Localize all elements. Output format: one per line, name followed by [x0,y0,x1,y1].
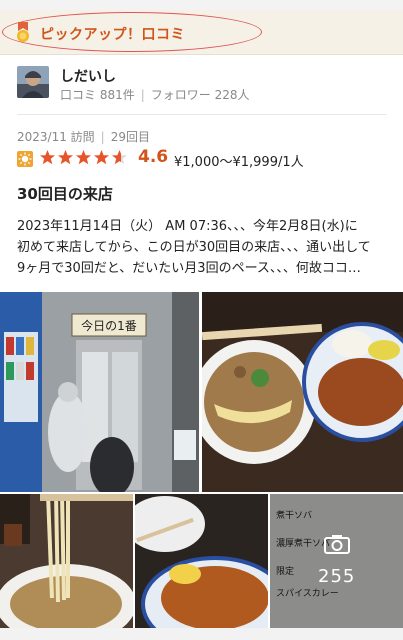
review-line: 9ヶ月で30回だと、だいたい月3回のペース、、、何故ココ… [17,261,361,276]
photo-noodle-lift[interactable] [0,494,133,628]
camera-icon [324,535,350,554]
visit-count: 29回目 [110,130,150,144]
star-rating [39,149,129,169]
rating-row: 4.6 ¥1,000～¥1,999/1人 [17,147,387,170]
star-icon [94,150,109,165]
pickup-header: ピックアップ！口コミ [0,10,403,55]
review-line: 初めて来店してから、この日が30回目の来店、、、通い出して [17,240,371,255]
bottom-strip [0,628,403,640]
user-name[interactable]: しだいし [60,66,116,86]
user-stats: 口コミ 881件 | フォロワー 228人 [60,88,250,102]
star-icon [58,150,73,165]
store-sign-text: 今日の1番 [81,318,137,333]
visit-meta: 2023/11 訪問 | 29回目 [17,130,150,144]
photo-grid: 今日の1番 煮干ソバ 濃厚煮干ソバ 限定 スパイスカレー 255 [0,292,403,628]
star-icon [112,150,127,165]
photo-ramen-and-curry[interactable] [202,292,403,492]
follower-count: フォロワー 228人 [150,88,250,102]
review-line: 2023年11月14日（火） AM 07:36、、、今年2月8日(水)に [17,219,358,234]
photo-storefront[interactable]: 今日の1番 [0,292,199,492]
ribbon-medal-icon [17,22,29,42]
photo-count: 255 [318,566,356,587]
review-body[interactable]: 2023年11月14日（火） AM 07:36、、、今年2月8日(水)に 初めて… [17,216,389,279]
photo-curry-close[interactable] [135,494,268,628]
divider [17,114,387,115]
star-icon [40,150,55,165]
price-range: ¥1,000～¥1,999/1人 [174,155,304,170]
review-count: 口コミ 881件 [60,88,135,102]
top-strip [0,0,403,10]
pickup-label: ピックアップ！口コミ [40,27,185,43]
more-photos-overlay[interactable]: 255 [270,494,403,628]
photo-menu-more[interactable]: 煮干ソバ 濃厚煮干ソバ 限定 スパイスカレー 255 [270,494,403,628]
visit-date: 2023/11 訪問 [17,130,95,144]
avatar[interactable] [17,66,49,98]
rating-score: 4.6 [138,147,169,167]
review-title[interactable]: 30回目の来店 [17,183,113,204]
sun-rating-icon [17,151,33,167]
star-icon [76,150,91,165]
